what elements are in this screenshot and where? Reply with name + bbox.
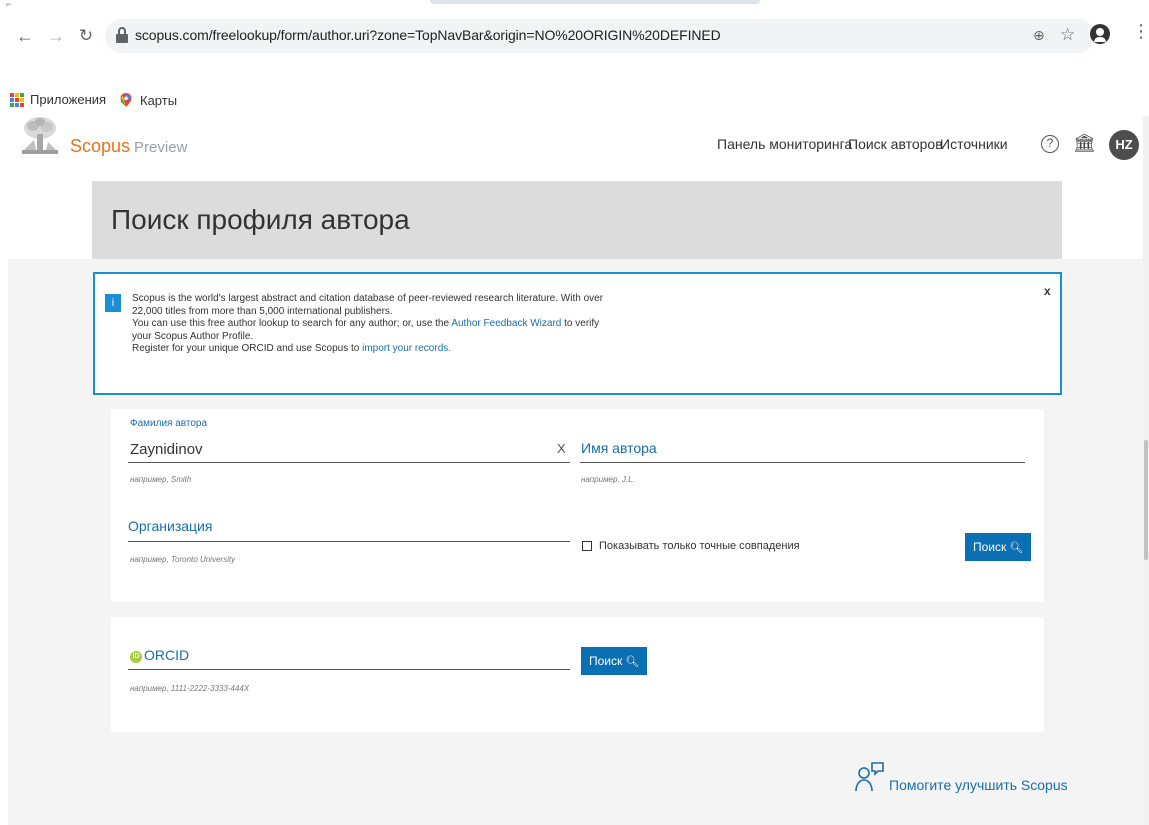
- feedback-people-icon[interactable]: [853, 760, 887, 794]
- orcid-search-panel: [111, 617, 1044, 732]
- search-button-label: Поиск: [973, 540, 1007, 554]
- author-feedback-wizard-link[interactable]: Author Feedback Wizard: [451, 318, 561, 329]
- improve-scopus-link[interactable]: Помогите улучшить Scopus: [889, 777, 1068, 793]
- back-button[interactable]: ←: [15, 26, 35, 46]
- info-line: You can use this free author lookup to s…: [132, 318, 603, 331]
- browser-profile-icon[interactable]: [1090, 24, 1110, 44]
- info-line-text: to verify: [561, 318, 600, 329]
- info-line-text: You can use this free author lookup to s…: [132, 318, 452, 329]
- info-line: 22,000 titles from more than 5,000 inter…: [132, 305, 393, 317]
- search-icon: 🔍︎: [1009, 542, 1024, 554]
- info-icon: i: [105, 294, 121, 312]
- scopus-brand-link[interactable]: Scopus Preview: [70, 136, 187, 157]
- affiliation-underline: [128, 541, 570, 542]
- site-header: Scopus Preview Панель мониторинга Поиск а…: [0, 116, 1149, 182]
- bookmarks-bar: Приложения Карты: [0, 92, 1149, 112]
- google-maps-icon: [120, 93, 132, 107]
- info-text: Scopus is the world's largest abstract a…: [132, 293, 603, 356]
- tab-strip: ⌐: [0, 0, 1149, 9]
- institution-icon[interactable]: 🏛: [1073, 133, 1096, 154]
- bookmark-label: Приложения: [30, 92, 107, 107]
- info-line: Register for your unique ORCID and use S…: [132, 343, 603, 356]
- info-banner: i Scopus is the world's largest abstract…: [93, 272, 1062, 395]
- apps-grid-icon: [10, 92, 24, 107]
- search-button-label: Поиск: [589, 654, 623, 668]
- browser-menu-icon[interactable]: ⋮: [1132, 22, 1149, 40]
- orcid-hint: например, 1111-2222-3333-444X: [130, 684, 250, 693]
- firstname-hint: например, J.L.: [581, 475, 635, 484]
- info-line: your Scopus Author Profile.: [132, 330, 254, 342]
- clear-lastname-button[interactable]: X: [557, 441, 566, 456]
- lock-icon[interactable]: [116, 27, 128, 43]
- brand-name: Scopus: [70, 136, 131, 156]
- close-banner-button[interactable]: x: [1044, 284, 1051, 298]
- scrollbar-thumb[interactable]: [1144, 440, 1148, 560]
- forward-button[interactable]: →: [46, 26, 66, 46]
- bookmark-star-icon[interactable]: ☆: [1060, 25, 1075, 45]
- info-line-text: Register for your unique ORCID and use S…: [132, 343, 363, 354]
- lastname-label: Фамилия автора: [130, 418, 208, 429]
- nav-sources[interactable]: Источники: [940, 136, 1008, 152]
- import-records-link[interactable]: import your records.: [362, 343, 451, 354]
- active-tab[interactable]: [430, 0, 760, 4]
- page-title: Поиск профиля автора: [111, 204, 410, 235]
- firstname-underline: [580, 462, 1025, 463]
- exact-match-checkbox[interactable]: [582, 541, 592, 551]
- info-line: Scopus is the world's largest abstract a…: [132, 293, 604, 304]
- affiliation-hint: например, Toronto University: [130, 555, 236, 564]
- user-avatar[interactable]: HZ: [1109, 130, 1139, 160]
- nav-dashboard[interactable]: Панель мониторинга: [717, 136, 852, 152]
- brand-subtitle: Preview: [134, 139, 188, 156]
- orcid-input[interactable]: ORCID: [144, 647, 189, 663]
- bookmark-maps[interactable]: Карты: [118, 92, 177, 108]
- url-text[interactable]: scopus.com/freelookup/form/author.uri?zo…: [135, 27, 721, 43]
- exact-match-label[interactable]: Показывать только точные совпадения: [599, 540, 800, 552]
- orcid-search-button[interactable]: Поиск 🔍︎: [581, 647, 648, 675]
- author-search-panel: [111, 409, 1044, 602]
- orcid-underline: [128, 669, 570, 670]
- help-icon[interactable]: ?: [1041, 135, 1059, 153]
- author-search-button[interactable]: Поиск 🔍︎: [965, 533, 1032, 561]
- bookmark-apps[interactable]: Приложения: [10, 92, 106, 107]
- search-icon: 🔍︎: [625, 656, 640, 668]
- window-control: ⌐: [6, 0, 12, 9]
- zoom-icon[interactable]: ⊕: [1033, 27, 1045, 44]
- reload-button[interactable]: ↻: [76, 26, 96, 46]
- lastname-input[interactable]: Zaynidinov: [130, 441, 203, 458]
- affiliation-input[interactable]: Организация: [128, 518, 212, 534]
- nav-author-search[interactable]: Поиск авторов: [848, 136, 943, 152]
- lastname-hint: например, Smith: [130, 475, 192, 484]
- lastname-underline: [128, 462, 570, 463]
- browser-toolbar: ⌐ ← → ↻ scopus.com/freelookup/form/autho…: [0, 0, 1149, 70]
- orcid-icon: iD: [130, 651, 142, 663]
- elsevier-tree-logo[interactable]: [20, 116, 60, 160]
- firstname-input[interactable]: Имя автора: [581, 440, 657, 456]
- bookmark-label: Карты: [140, 92, 178, 108]
